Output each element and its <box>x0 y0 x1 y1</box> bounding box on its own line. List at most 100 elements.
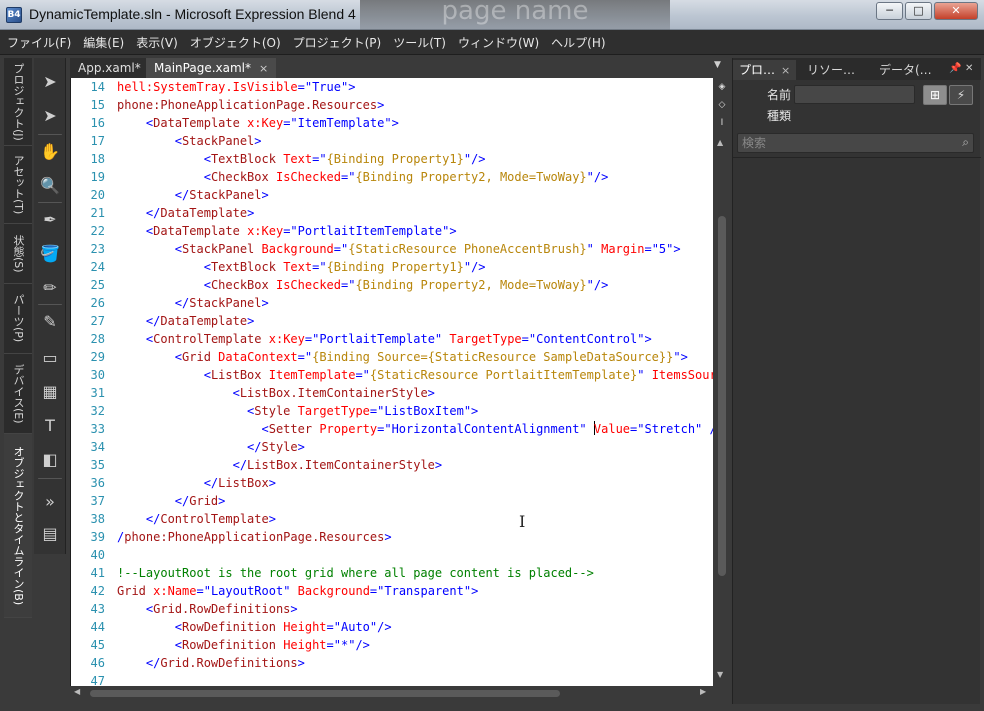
code-line[interactable]: 34 </Style> <box>71 438 713 456</box>
code-line[interactable]: 28 <ControlTemplate x:Key="PortlaitTempl… <box>71 330 713 348</box>
tab-app-xaml[interactable]: App.xaml* <box>70 58 149 78</box>
code-line[interactable]: 23 <StackPanel Background="{StaticResour… <box>71 240 713 258</box>
code-line[interactable]: 18 <TextBlock Text="{Binding Property1}"… <box>71 150 713 168</box>
blend-app-icon[interactable]: B4 <box>6 7 22 23</box>
code-line[interactable]: 47 <box>71 672 713 686</box>
scroll-left-icon[interactable]: ◀ <box>74 687 80 696</box>
maximize-button[interactable]: □ <box>905 2 932 20</box>
tab-projects[interactable]: プロジェクト(J) <box>4 58 32 146</box>
code-line[interactable]: 44 <RowDefinition Height="Auto"/> <box>71 618 713 636</box>
panel-close-icon[interactable]: ✕ <box>965 63 973 74</box>
horizontal-scrollbar-thumb[interactable] <box>90 690 560 697</box>
scroll-up-icon[interactable]: ▲ <box>717 138 723 147</box>
code-line[interactable]: 38 </ControlTemplate> <box>71 510 713 528</box>
paint-bucket-icon[interactable]: 🪣 <box>38 242 62 266</box>
properties-view-icon[interactable]: ⊞ <box>923 85 947 105</box>
text-icon[interactable]: T <box>38 414 62 438</box>
eyedropper-icon[interactable]: ✒ <box>38 208 62 232</box>
editor-side-controls: ◈ ◇ Ι ▲ ▼ <box>714 78 730 686</box>
menu-window[interactable]: ウィンドウ(W) <box>458 34 539 51</box>
scroll-down-icon[interactable]: ▼ <box>717 670 723 679</box>
code-line[interactable]: 37 </Grid> <box>71 492 713 510</box>
code-line[interactable]: 25 <CheckBox IsChecked="{Binding Propert… <box>71 276 713 294</box>
property-search-box[interactable]: ⌕ <box>737 133 974 153</box>
tool-separator <box>38 478 62 479</box>
events-view-icon[interactable]: ⚡ <box>949 85 973 105</box>
code-line[interactable]: 32 <Style TargetType="ListBoxItem"> <box>71 402 713 420</box>
code-token: {Binding Property2, Mode=TwoWay} <box>355 278 587 292</box>
design-view-icon[interactable]: ◈ <box>715 80 729 94</box>
zoom-icon[interactable]: 🔍 <box>38 174 62 198</box>
code-line[interactable]: 29 <Grid DataContext="{Binding Source={S… <box>71 348 713 366</box>
assets-icon[interactable]: ◧ <box>38 448 62 472</box>
code-line[interactable]: 43 <Grid.RowDefinitions> <box>71 600 713 618</box>
code-line[interactable]: 39/phone:PhoneApplicationPage.Resources> <box>71 528 713 546</box>
code-line[interactable]: 35 </ListBox.ItemContainerStyle> <box>71 456 713 474</box>
more-icon[interactable]: » <box>38 490 62 514</box>
tab-close-icon[interactable]: × <box>781 64 790 77</box>
scroll-right-icon[interactable]: ▶ <box>700 687 706 696</box>
code-line[interactable]: 14 hell:SystemTray.IsVisible="True"> <box>71 78 713 96</box>
code-line[interactable]: 16 <DataTemplate x:Key="ItemTemplate"> <box>71 114 713 132</box>
menu-view[interactable]: 表示(V) <box>136 34 178 51</box>
tab-mainpage-xaml[interactable]: MainPage.xaml* × <box>146 58 277 78</box>
property-search-input[interactable] <box>738 134 948 152</box>
direct-select-icon[interactable]: ➤ <box>38 104 62 128</box>
tab-assets[interactable]: アセット(T) <box>4 146 32 224</box>
name-field[interactable] <box>794 85 915 104</box>
xaml-view-icon[interactable]: ◇ <box>715 98 729 112</box>
code-line[interactable]: 21 </DataTemplate> <box>71 204 713 222</box>
tab-data[interactable]: データ(… <box>873 60 938 80</box>
pen-icon[interactable]: ✎ <box>38 310 62 334</box>
menu-edit[interactable]: 編集(E) <box>83 34 124 51</box>
code-token: Auto <box>341 620 370 634</box>
code-line[interactable]: 30 <ListBox ItemTemplate="{StaticResourc… <box>71 366 713 384</box>
close-button[interactable]: ✕ <box>934 2 978 20</box>
code-text: </StackPanel> <box>117 294 269 312</box>
code-line[interactable]: 42 Grid x:Name="LayoutRoot" Background="T… <box>71 582 713 600</box>
resource-icon[interactable]: ▤ <box>38 522 62 546</box>
tab-devices[interactable]: デバイス(E) <box>4 354 32 434</box>
document-list-dropdown-icon[interactable]: ▼ <box>714 60 721 70</box>
xaml-code-editor[interactable]: 14 hell:SystemTray.IsVisible="True"> 15 pho… <box>70 78 713 686</box>
code-line[interactable]: 27 </DataTemplate> <box>71 312 713 330</box>
code-line[interactable]: 31 <ListBox.ItemContainerStyle> <box>71 384 713 402</box>
code-line[interactable]: 15 phone:PhoneApplicationPage.Resources> <box>71 96 713 114</box>
code-line[interactable]: 22 <DataTemplate x:Key="PortlaitItemTemp… <box>71 222 713 240</box>
code-line[interactable]: 24 <TextBlock Text="{Binding Property1}"… <box>71 258 713 276</box>
code-line[interactable]: 46 </Grid.RowDefinitions> <box>71 654 713 672</box>
code-line[interactable]: 19 <CheckBox IsChecked="{Binding Propert… <box>71 168 713 186</box>
code-line[interactable]: 17 <StackPanel> <box>71 132 713 150</box>
tab-properties[interactable]: プロ… × <box>733 60 797 80</box>
horizontal-scrollbar[interactable]: ◀ ▶ <box>70 686 713 700</box>
tab-resources[interactable]: リソー… <box>801 60 861 80</box>
grid-icon[interactable]: ▦ <box>38 380 62 404</box>
code-line[interactable]: 41 !--LayoutRoot is the root grid where a… <box>71 564 713 582</box>
vertical-scrollbar-thumb[interactable] <box>718 216 726 576</box>
tab-objects-timeline[interactable]: オブジェクトとタイムライン(B) <box>4 434 32 618</box>
split-view-icon[interactable]: Ι <box>715 116 729 130</box>
code-line[interactable]: 36 </ListBox> <box>71 474 713 492</box>
menu-tools[interactable]: ツール(T) <box>393 34 446 51</box>
pointer-icon[interactable]: ➤ <box>38 70 62 94</box>
brush-icon[interactable]: ✏ <box>38 276 62 300</box>
menu-help[interactable]: ヘルプ(H) <box>551 34 605 51</box>
code-token: Style <box>261 440 298 454</box>
minimize-button[interactable]: ─ <box>876 2 903 20</box>
tab-states[interactable]: 状態(S) <box>4 224 32 284</box>
code-line[interactable]: 20 </StackPanel> <box>71 186 713 204</box>
code-line[interactable]: 40 <box>71 546 713 564</box>
code-line[interactable]: 45 <RowDefinition Height="*"/> <box>71 636 713 654</box>
pan-icon[interactable]: ✋ <box>38 140 62 164</box>
menu-project[interactable]: プロジェクト(P) <box>293 34 382 51</box>
rectangle-icon[interactable]: ▭ <box>38 346 62 370</box>
tab-parts[interactable]: パーツ(P) <box>4 284 32 354</box>
menu-file[interactable]: ファイル(F) <box>7 34 71 51</box>
tab-close-icon[interactable]: × <box>259 62 268 75</box>
menu-object[interactable]: オブジェクト(O) <box>190 34 281 51</box>
code-line[interactable]: 33 <Setter Property="HorizontalContentAl… <box>71 420 713 438</box>
code-line[interactable]: 26 </StackPanel> <box>71 294 713 312</box>
pin-icon[interactable]: 📌 <box>949 63 961 74</box>
code-token: "> <box>340 80 356 94</box>
